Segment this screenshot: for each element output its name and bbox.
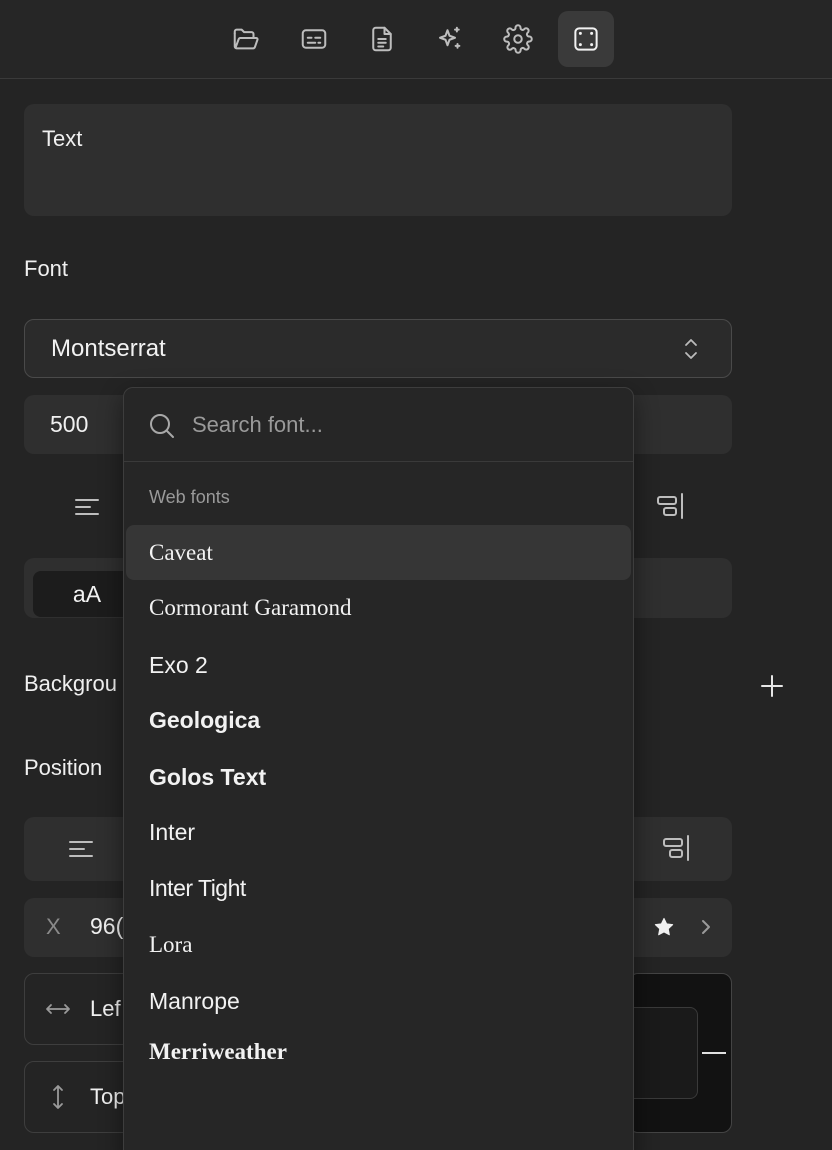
position-section-title: Position — [24, 755, 103, 780]
font-option-label: Inter — [149, 819, 196, 845]
text-input[interactable]: Text — [24, 104, 732, 216]
document-icon — [372, 26, 392, 52]
align-right-icon[interactable] — [654, 490, 686, 522]
plus-icon — [761, 675, 783, 697]
font-option-merriweather[interactable]: Merriweather — [126, 1036, 631, 1066]
chevron-right-icon[interactable] — [698, 917, 714, 937]
top-label: Top — [90, 1084, 126, 1109]
position-align-left-icon[interactable] — [66, 834, 96, 864]
web-fonts-group-label: Web fonts — [149, 487, 230, 507]
tab-subtitles[interactable] — [286, 11, 342, 67]
font-option-label: Merriweather — [149, 1039, 287, 1064]
font-family-select[interactable]: Montserrat — [24, 319, 732, 378]
font-option-lora[interactable]: Lora — [126, 917, 631, 972]
font-option-caveat[interactable]: Caveat — [126, 525, 631, 580]
position-align-right-icon[interactable] — [660, 832, 692, 864]
background-section-title: Backgrou — [24, 671, 117, 696]
font-option-label: Golos Text — [149, 764, 267, 790]
font-option-label: Manrope — [149, 988, 240, 1014]
x-label: X — [46, 914, 61, 939]
align-left-icon[interactable] — [72, 492, 102, 522]
font-option-label: Inter Tight — [149, 875, 246, 901]
tab-document[interactable] — [354, 11, 410, 67]
font-option-golos-text[interactable]: Golos Text — [126, 750, 631, 805]
font-option-label: Lora — [149, 931, 193, 957]
font-option-label: Caveat — [149, 539, 213, 565]
tab-media[interactable] — [218, 11, 274, 67]
search-icon — [148, 412, 176, 440]
frame-icon — [574, 27, 598, 51]
anchor-line-marker — [702, 1052, 726, 1054]
toolbar — [0, 0, 832, 79]
font-option-label: Cormorant Garamond — [149, 594, 352, 620]
star-icon[interactable] — [653, 916, 675, 938]
font-weight-value: 500 — [50, 411, 89, 437]
font-option-inter-tight[interactable]: Inter Tight — [126, 861, 631, 916]
font-option-exo-2[interactable]: Exo 2 — [126, 638, 631, 693]
font-option-inter[interactable]: Inter — [126, 805, 631, 860]
font-option-cormorant-garamond[interactable]: Cormorant Garamond — [126, 580, 631, 635]
font-search-input[interactable] — [192, 408, 592, 442]
folder-icon — [233, 28, 259, 50]
add-background-button[interactable] — [758, 672, 786, 700]
tab-ai[interactable] — [422, 11, 478, 67]
font-option-label: Exo 2 — [149, 652, 208, 678]
vertical-arrows-icon — [46, 1083, 70, 1111]
font-section-title: Font — [24, 256, 69, 281]
sparkles-icon — [439, 26, 461, 49]
chevron-up-down-icon — [683, 336, 699, 362]
font-select-value: Montserrat — [51, 334, 166, 362]
font-option-manrope[interactable]: Manrope — [126, 974, 631, 1029]
font-option-geologica[interactable]: Geologica — [126, 693, 631, 748]
font-search-bar — [124, 388, 633, 462]
tab-settings[interactable] — [490, 11, 546, 67]
x-value: 96( — [90, 913, 124, 939]
tab-frame[interactable] — [558, 11, 614, 67]
font-dropdown: Web fonts Caveat Cormorant Garamond Exo … — [123, 387, 634, 1150]
font-option-label: Geologica — [149, 707, 261, 733]
left-label: Lef — [90, 996, 121, 1021]
horizontal-arrows-icon — [44, 997, 72, 1021]
gear-icon — [503, 24, 533, 54]
subtitles-icon — [301, 29, 327, 49]
